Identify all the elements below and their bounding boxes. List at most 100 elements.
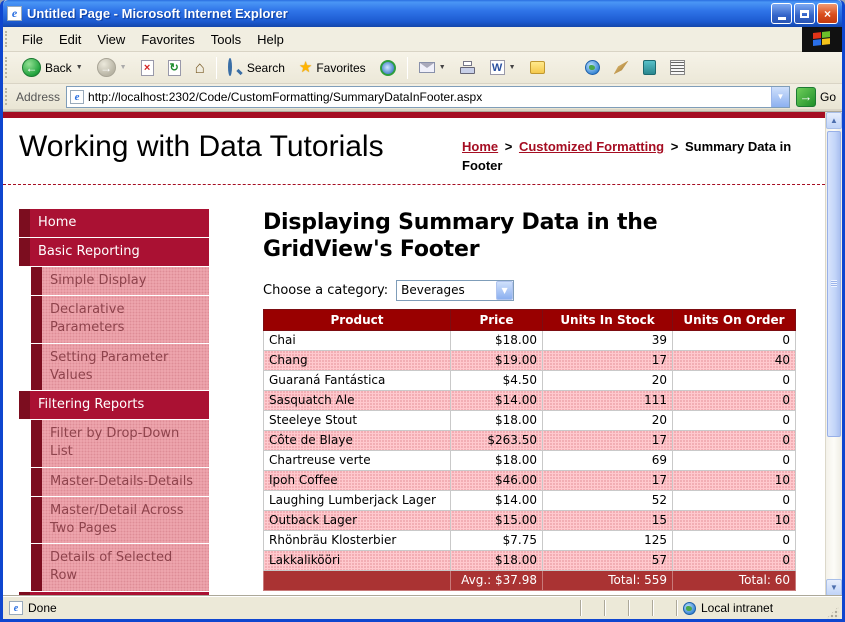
back-dropdown-icon[interactable]: ▼ (76, 64, 83, 71)
mail-icon (419, 62, 435, 73)
go-arrow-icon: → (796, 87, 816, 107)
ie-window-icon: e (7, 6, 22, 21)
breadcrumb-link[interactable]: Home (462, 139, 498, 154)
toolbar-grip[interactable] (5, 31, 10, 48)
sidebar-item-label: Filtering Reports (30, 391, 209, 419)
standard-toolbar: ← Back ▼ → ▼ × ↻ ⌂ Search ★ Favorites ▼ … (3, 52, 842, 84)
table-header-row: ProductPriceUnits In StockUnits On Order (264, 309, 796, 330)
mail-button[interactable]: ▼ (413, 58, 452, 77)
menu-item-tools[interactable]: Tools (203, 29, 249, 50)
menu-item-favorites[interactable]: Favorites (133, 29, 202, 50)
sidebar-item-label: Filter by Drop-Down List (42, 420, 209, 466)
scroll-up-button[interactable]: ▲ (826, 112, 842, 129)
sidebar-item-setting-parameter-values[interactable]: Setting Parameter Values (31, 344, 209, 390)
word-dropdown-icon[interactable]: ▼ (509, 64, 516, 71)
messenger-button[interactable] (664, 56, 691, 79)
edit-with-word-button[interactable]: W ▼ (484, 56, 522, 79)
products-gridview: ProductPriceUnits In StockUnits On Order… (263, 309, 796, 591)
sidebar-item-master-details-details[interactable]: Master-Details-Details (31, 468, 209, 496)
address-combo[interactable]: e http://localhost:2302/Code/CustomForma… (66, 86, 790, 108)
scroll-down-button[interactable]: ▼ (826, 579, 842, 596)
security-zone-panel: Local intranet (676, 600, 826, 616)
search-button[interactable]: Search (222, 56, 291, 79)
sidebar-item-home[interactable]: Home (19, 209, 209, 237)
cell-value: 10 (673, 470, 796, 490)
go-button[interactable]: → Go (796, 87, 836, 107)
forward-dropdown-icon: ▼ (120, 64, 127, 71)
history-button[interactable] (374, 56, 402, 80)
stop-button[interactable]: × (135, 56, 160, 80)
cell-product: Ipoh Coffee (264, 470, 451, 490)
history-icon (380, 60, 396, 76)
quill-pen-icon (614, 61, 629, 75)
address-label: Address (16, 90, 60, 104)
browser-viewport: Working with Data Tutorials Home > Custo… (3, 111, 842, 596)
page-header: Working with Data Tutorials Home > Custo… (3, 118, 825, 184)
sidebar-item-declarative-parameters[interactable]: Declarative Parameters (31, 296, 209, 342)
sidebar-item-simple-display[interactable]: Simple Display (31, 267, 209, 295)
sidebar-item-basic-reporting[interactable]: Basic Reporting (19, 238, 209, 266)
home-button[interactable]: ⌂ (189, 55, 211, 80)
sidebar-item-filtering-reports[interactable]: Filtering Reports (19, 391, 209, 419)
toolbar-grip[interactable] (5, 88, 10, 106)
address-input[interactable]: http://localhost:2302/Code/CustomFormatt… (88, 90, 771, 104)
vertical-scrollbar[interactable]: ▲ ▼ (825, 112, 842, 596)
category-select[interactable]: Beverages ▼ (396, 280, 514, 301)
cell-product: Guaraná Fantástica (264, 370, 451, 390)
search-icon (228, 60, 243, 75)
favorites-star-icon: ★ (299, 60, 312, 75)
scrollbar-track[interactable] (826, 129, 842, 579)
cell-value: $18.00 (451, 410, 543, 430)
stop-icon: × (141, 60, 154, 76)
breadcrumb: Home > Customized Formatting > Summary D… (462, 130, 807, 176)
home-icon: ⌂ (195, 59, 205, 76)
back-button[interactable]: ← Back ▼ (16, 54, 89, 81)
sidebar-item-master-detail-across-two-pages[interactable]: Master/Detail Across Two Pages (31, 497, 209, 543)
sidebar-item-details-of-selected-row[interactable]: Details of Selected Row (31, 544, 209, 590)
cell-value: 0 (673, 330, 796, 350)
forward-button[interactable]: → ▼ (91, 54, 133, 81)
print-button[interactable] (454, 57, 482, 78)
address-bar: Address e http://localhost:2302/Code/Cus… (3, 84, 842, 111)
cell-value: 0 (673, 450, 796, 470)
mail-dropdown-icon[interactable]: ▼ (439, 64, 446, 71)
menu-item-edit[interactable]: Edit (51, 29, 89, 50)
select-chevron-icon: ▼ (496, 281, 513, 300)
nav-item-strip (19, 209, 30, 237)
minimize-button[interactable] (771, 3, 792, 24)
resize-grip[interactable] (826, 606, 839, 619)
browse-web-button[interactable] (579, 56, 606, 79)
title-bar[interactable]: e Untitled Page - Microsoft Internet Exp… (3, 0, 842, 27)
edit-page-button[interactable] (608, 57, 635, 79)
research-button[interactable] (637, 56, 662, 79)
sidebar-item-label: Setting Parameter Values (42, 344, 209, 390)
cell-value: $7.75 (451, 530, 543, 550)
status-left-panel: e Done (6, 601, 580, 615)
toolbar-grip[interactable] (5, 57, 10, 79)
cell-value: 40 (673, 350, 796, 370)
close-button[interactable]: × (817, 3, 838, 24)
cell-value: $18.00 (451, 450, 543, 470)
footer-cell: Total: 60 (673, 570, 796, 590)
breadcrumb-link[interactable]: Customized Formatting (519, 139, 664, 154)
refresh-button[interactable]: ↻ (162, 56, 187, 80)
footer-cell: Avg.: $37.98 (451, 570, 543, 590)
address-dropdown-button[interactable]: ▼ (771, 87, 789, 107)
cell-product: Outback Lager (264, 510, 451, 530)
window-title: Untitled Page - Microsoft Internet Explo… (27, 6, 769, 21)
menu-item-view[interactable]: View (89, 29, 133, 50)
category-label: Choose a category: (263, 283, 388, 298)
menu-item-file[interactable]: File (14, 29, 51, 50)
scrollbar-thumb[interactable] (827, 131, 841, 437)
sidebar-item-filter-by-drop-down-list[interactable]: Filter by Drop-Down List (31, 420, 209, 466)
maximize-button[interactable] (794, 3, 815, 24)
discuss-button[interactable] (524, 57, 551, 78)
refresh-icon: ↻ (168, 60, 181, 76)
table-row: Côte de Blaye$263.50170 (264, 430, 796, 450)
page-body: HomeBasic ReportingSimple DisplayDeclara… (3, 185, 825, 596)
menu-item-help[interactable]: Help (249, 29, 292, 50)
table-row: Sasquatch Ale$14.001110 (264, 390, 796, 410)
favorites-button[interactable]: ★ Favorites (293, 56, 372, 79)
cell-value: $4.50 (451, 370, 543, 390)
footer-cell (264, 570, 451, 590)
